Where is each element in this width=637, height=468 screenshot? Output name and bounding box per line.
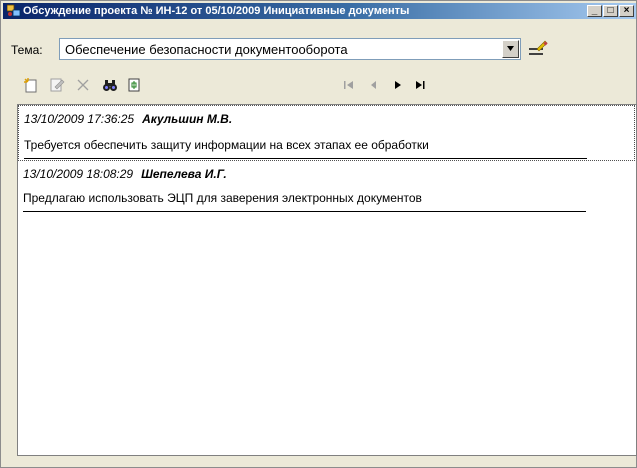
posts-list[interactable]: 13/10/2009 17:36:25 Акульшин М.В. Требует…	[17, 104, 637, 456]
discussion-window: Обсуждение проекта № ИН-12 от 05/10/2009…	[0, 0, 637, 468]
export-icon[interactable]	[126, 77, 142, 93]
topic-dropdown-button[interactable]	[502, 40, 519, 58]
topic-select[interactable]: Обеспечение безопасности документооборот…	[59, 38, 521, 60]
list-item[interactable]: 13/10/2009 18:08:29 Шепелева И.Г. Предлаг…	[18, 163, 635, 215]
discussion-app-icon	[7, 4, 21, 17]
title-bar[interactable]: Обсуждение проекта № ИН-12 от 05/10/2009…	[3, 3, 636, 19]
post-divider	[24, 158, 587, 159]
chevron-down-icon	[507, 46, 514, 51]
minimize-button[interactable]: _	[587, 5, 602, 17]
post-text: Требуется обеспечить защиту информации н…	[24, 138, 429, 152]
previous-record-icon[interactable]	[367, 77, 381, 93]
status-area	[3, 457, 636, 467]
post-text: Предлагаю использовать ЭЦП для заверения…	[23, 191, 422, 205]
post-header: 13/10/2009 18:08:29 Шепелева И.Г.	[23, 167, 227, 181]
post-author: Акульшин М.В.	[142, 112, 233, 126]
last-record-icon[interactable]	[413, 77, 427, 93]
topic-label: Тема:	[11, 43, 43, 57]
post-date: 13/10/2009 18:08:29	[23, 167, 134, 181]
close-button[interactable]: ×	[619, 5, 634, 17]
post-header: 13/10/2009 17:36:25 Акульшин М.В.	[24, 112, 232, 126]
post-date: 13/10/2009 17:36:25	[24, 112, 135, 126]
edit-topic-icon[interactable]	[527, 39, 549, 59]
new-post-icon[interactable]	[23, 77, 39, 93]
topic-value: Обеспечение безопасности документооборот…	[65, 42, 348, 57]
window-title: Обсуждение проекта № ИН-12 от 05/10/2009…	[23, 5, 410, 17]
next-record-icon[interactable]	[391, 77, 405, 93]
post-divider	[23, 211, 586, 212]
edit-post-icon[interactable]	[49, 77, 65, 93]
maximize-button[interactable]: □	[603, 5, 618, 17]
delete-post-icon[interactable]	[75, 77, 91, 93]
first-record-icon[interactable]	[342, 77, 356, 93]
list-item[interactable]: 13/10/2009 17:36:25 Акульшин М.В. Требует…	[18, 105, 635, 161]
find-icon[interactable]	[102, 77, 118, 93]
post-author: Шепелева И.Г.	[141, 167, 227, 181]
